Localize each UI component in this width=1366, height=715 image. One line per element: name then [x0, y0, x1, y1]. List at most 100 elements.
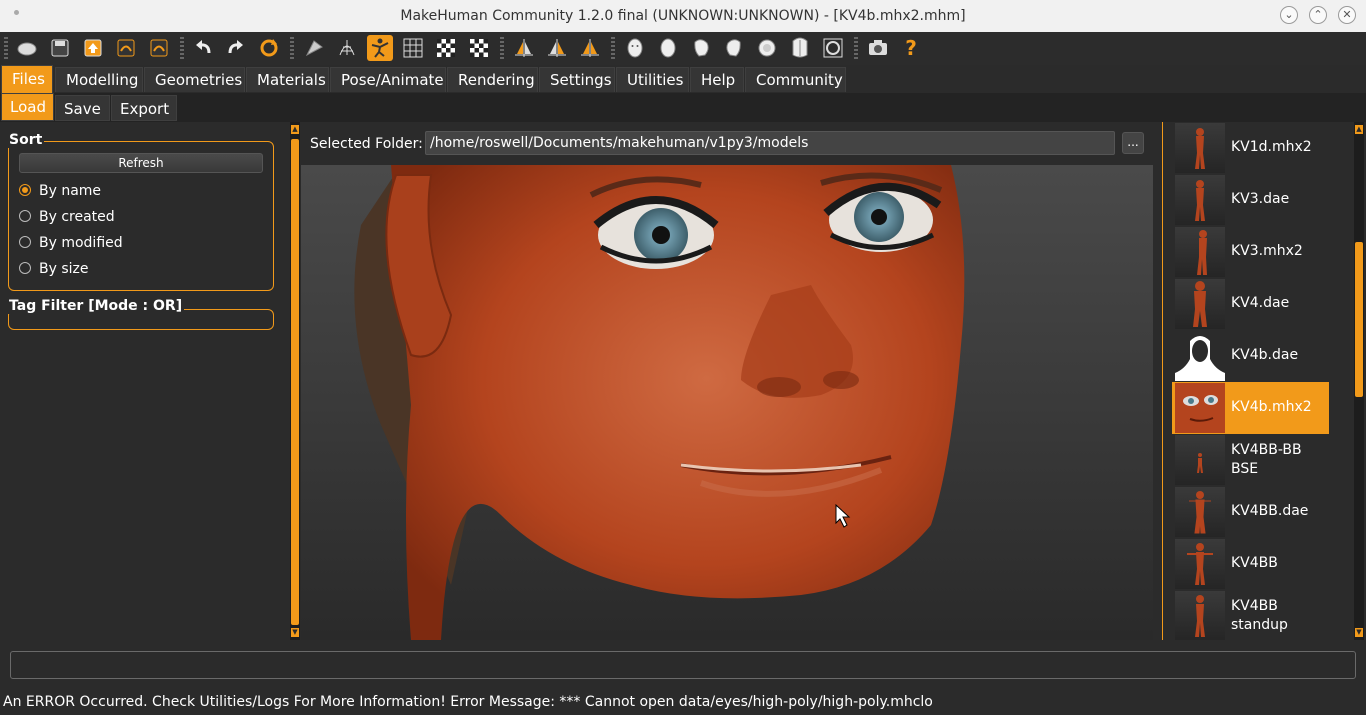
file-item[interactable]: KV4BB-BB BSE: [1172, 434, 1329, 486]
file-name: KV4.dae: [1231, 295, 1290, 311]
wireframe-icon[interactable]: [334, 35, 360, 61]
file-list: KV1d.mhx2 KV3.dae KV3.mhx2 KV4.dae KV4b.…: [1172, 122, 1330, 640]
help-icon[interactable]: ?: [898, 35, 924, 61]
refresh-button[interactable]: Refresh: [19, 153, 263, 173]
file-item[interactable]: KV4BB: [1172, 538, 1329, 590]
tab-modelling[interactable]: Modelling: [55, 67, 143, 92]
file-name: KV3.dae: [1231, 191, 1290, 207]
symmetry-icon[interactable]: [577, 35, 603, 61]
toolbar-separator: [290, 37, 294, 59]
toolbar: ?: [0, 32, 1366, 65]
model-thumbnail: [1175, 487, 1225, 537]
symmetry-right-icon[interactable]: [511, 35, 537, 61]
file-item[interactable]: KV4.dae: [1172, 278, 1329, 330]
file-item[interactable]: KV4BB.dae: [1172, 486, 1329, 538]
toolbar-separator: [500, 37, 504, 59]
3d-viewport[interactable]: [301, 165, 1153, 640]
model-thumbnail: [1175, 227, 1225, 277]
file-name: KV4b.dae: [1231, 347, 1299, 363]
radio-indicator[interactable]: [19, 236, 31, 248]
pose-icon[interactable]: [367, 35, 393, 61]
model-thumbnail: [1175, 331, 1225, 381]
sort-option-label: By created: [39, 209, 115, 225]
model-thumbnail: [1175, 123, 1225, 173]
scrollbar-thumb[interactable]: [1355, 242, 1363, 397]
save-icon[interactable]: [47, 35, 73, 61]
file-item[interactable]: KV3.mhx2: [1172, 226, 1329, 278]
command-input[interactable]: [10, 651, 1356, 679]
redo-icon[interactable]: [223, 35, 249, 61]
status-bar-message: An ERROR Occurred. Check Utilities/Logs …: [3, 694, 933, 710]
global-view-icon[interactable]: [820, 35, 846, 61]
scroll-up-icon[interactable]: ▲: [1355, 125, 1363, 134]
head-bottom-icon[interactable]: [787, 35, 813, 61]
minimize-button[interactable]: ⌄: [1280, 6, 1298, 24]
model-thumbnail: [1175, 539, 1225, 589]
file-item[interactable]: KV4BB standup: [1172, 590, 1329, 640]
checker-alt-icon[interactable]: [466, 35, 492, 61]
tab-help[interactable]: Help: [690, 67, 744, 92]
scroll-down-icon[interactable]: ▼: [291, 628, 299, 637]
folder-path-field[interactable]: /home/roswell/Documents/makehuman/v1py3/…: [425, 131, 1115, 155]
tab-settings[interactable]: Settings: [539, 67, 615, 92]
left-scrollbar[interactable]: ▲ ▼: [290, 122, 300, 640]
tab-geometries[interactable]: Geometries: [144, 67, 245, 92]
model-thumbnail: [1175, 591, 1225, 640]
grid-icon[interactable]: [400, 35, 426, 61]
main-tab-bar: Files Modelling Geometries Materials Pos…: [0, 65, 1366, 93]
maximize-button[interactable]: ⌃: [1309, 6, 1327, 24]
radio-indicator[interactable]: [19, 184, 31, 196]
exit-icon[interactable]: [146, 35, 172, 61]
right-scrollbar[interactable]: ▲ ▼: [1354, 122, 1364, 640]
tab-utilities[interactable]: Utilities: [616, 67, 689, 92]
undo-icon[interactable]: [190, 35, 216, 61]
tab-load[interactable]: Load: [1, 93, 54, 121]
tab-materials[interactable]: Materials: [246, 67, 329, 92]
toolbar-grip: [4, 37, 8, 59]
file-name: KV4BB-BB BSE: [1231, 442, 1302, 477]
file-item[interactable]: KV4b.dae: [1172, 330, 1329, 382]
file-name: KV1d.mhx2: [1231, 139, 1312, 155]
face-back-icon[interactable]: [655, 35, 681, 61]
model-thumbnail: [1175, 175, 1225, 225]
sort-option-label: By size: [39, 261, 89, 277]
face-top-icon[interactable]: [754, 35, 780, 61]
face-left-icon[interactable]: [688, 35, 714, 61]
scrollbar-thumb[interactable]: [291, 139, 299, 625]
window-title: MakeHuman Community 1.2.0 final (UNKNOWN…: [400, 8, 966, 24]
file-item-selected[interactable]: KV4b.mhx2: [1172, 382, 1329, 434]
model-thumbnail: [1175, 435, 1225, 485]
reset-icon[interactable]: [256, 35, 282, 61]
smooth-icon[interactable]: [301, 35, 327, 61]
scroll-up-icon[interactable]: ▲: [291, 125, 299, 134]
symmetry-left-icon[interactable]: [544, 35, 570, 61]
tab-save[interactable]: Save: [55, 95, 110, 121]
scroll-down-icon[interactable]: ▼: [1355, 628, 1363, 637]
help-glyph: ?: [905, 36, 917, 60]
tab-pose-animate[interactable]: Pose/Animate: [330, 67, 446, 92]
tab-files[interactable]: Files: [1, 65, 53, 93]
title-bar: MakeHuman Community 1.2.0 final (UNKNOWN…: [0, 0, 1366, 33]
camera-icon[interactable]: [865, 35, 891, 61]
face-front-icon[interactable]: [622, 35, 648, 61]
file-name: KV4b.mhx2: [1231, 399, 1312, 415]
tag-filter-title: Tag Filter [Mode : OR]: [7, 298, 185, 314]
face-model: [354, 165, 965, 640]
selected-folder-label: Selected Folder:: [310, 136, 423, 152]
tab-community[interactable]: Community: [745, 67, 846, 92]
tab-export[interactable]: Export: [111, 95, 177, 121]
new-icon[interactable]: [14, 35, 40, 61]
export-icon[interactable]: [80, 35, 106, 61]
file-item[interactable]: KV1d.mhx2: [1172, 122, 1329, 174]
checker-icon[interactable]: [433, 35, 459, 61]
radio-indicator[interactable]: [19, 210, 31, 222]
load-icon[interactable]: [113, 35, 139, 61]
face-right-icon[interactable]: [721, 35, 747, 61]
tab-rendering[interactable]: Rendering: [447, 67, 538, 92]
close-button[interactable]: ✕: [1338, 6, 1356, 24]
toolbar-separator: [854, 37, 858, 59]
toolbar-separator: [611, 37, 615, 59]
file-item[interactable]: KV3.dae: [1172, 174, 1329, 226]
browse-folder-button[interactable]: ...: [1122, 132, 1144, 154]
radio-indicator[interactable]: [19, 262, 31, 274]
